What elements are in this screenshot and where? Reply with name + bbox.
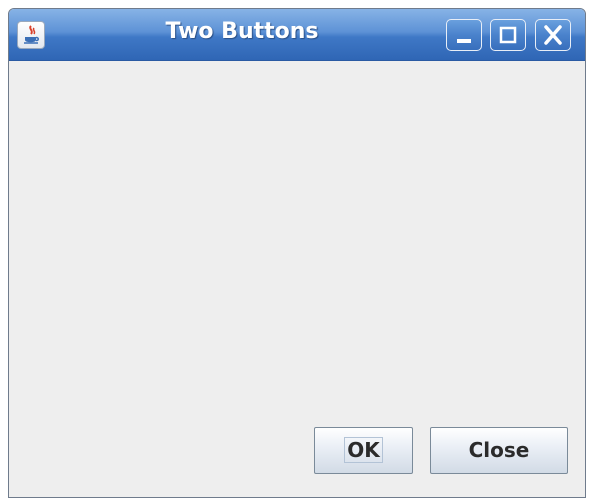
close-button-label: Close bbox=[468, 438, 530, 462]
close-button[interactable]: Close bbox=[430, 427, 568, 474]
ok-button[interactable]: OK bbox=[314, 427, 413, 474]
minimize-button[interactable] bbox=[446, 19, 482, 51]
title-bar[interactable]: Two Buttons bbox=[9, 9, 585, 61]
close-window-button[interactable] bbox=[535, 19, 571, 51]
ok-button-label: OK bbox=[344, 437, 383, 463]
close-icon bbox=[544, 25, 562, 45]
maximize-icon bbox=[499, 26, 517, 44]
app-window: Two Buttons OK Close bbox=[8, 8, 586, 498]
minimize-icon bbox=[457, 39, 471, 43]
maximize-button[interactable] bbox=[490, 19, 526, 51]
content-panel: OK Close bbox=[9, 61, 585, 497]
